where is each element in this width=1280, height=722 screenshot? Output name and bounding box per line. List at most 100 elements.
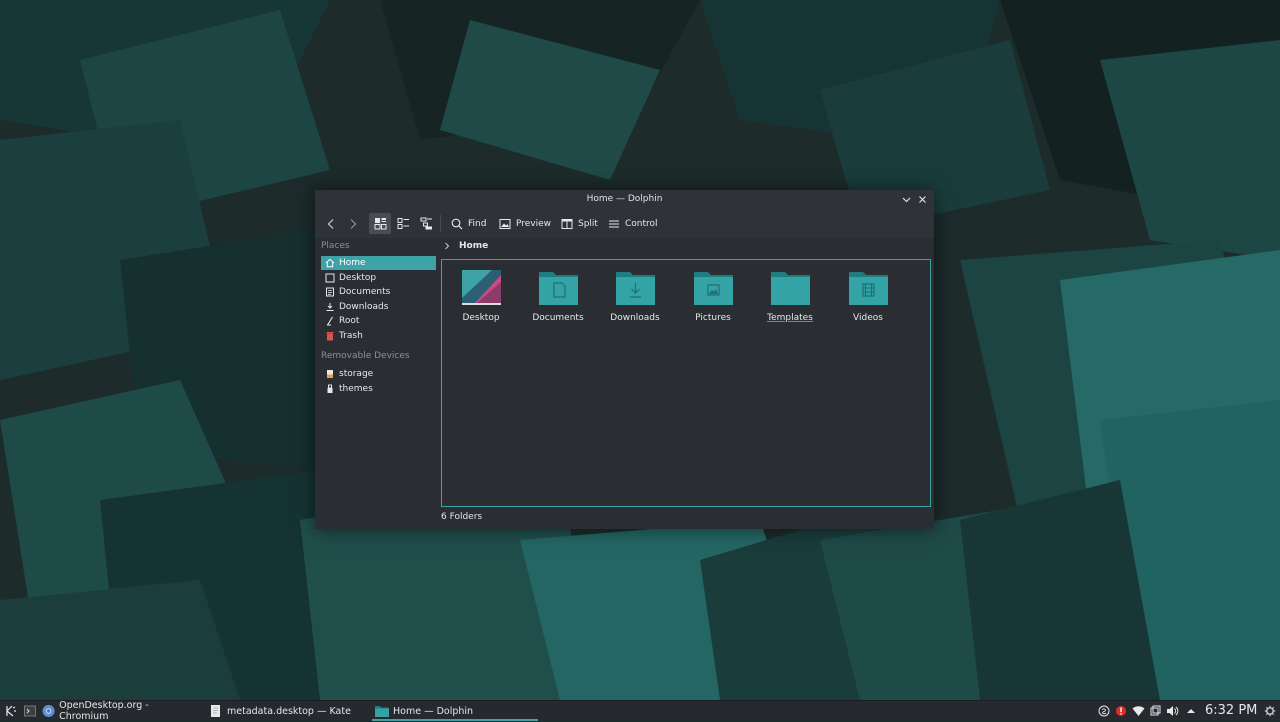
desktop-icon: [324, 272, 336, 284]
chevron-right-icon: [350, 218, 357, 229]
show-desktop-button[interactable]: [24, 705, 36, 720]
icons-view-button[interactable]: [369, 213, 391, 234]
details-view-button[interactable]: [416, 213, 436, 234]
task-dolphin[interactable]: Home — Dolphin: [372, 701, 538, 721]
templates-folder-icon: [771, 272, 810, 305]
folder-item-downloads[interactable]: Downloads: [600, 268, 670, 328]
folder-item-documents[interactable]: Documents: [523, 268, 593, 328]
compact-view-icon: [397, 218, 409, 229]
sidebar-item-label: Home: [339, 258, 366, 268]
documents-folder-icon: [539, 272, 578, 305]
pictures-folder-icon: [694, 272, 733, 305]
sidebar-item-documents[interactable]: Documents: [321, 285, 436, 299]
task-label: metadata.desktop — Kate: [227, 705, 351, 717]
find-label: Find: [468, 218, 487, 229]
places-panel: Places Home Desktop Documents Downloads …: [315, 238, 439, 529]
folder-label: Pictures: [695, 313, 731, 323]
removable-devices-header: Removable Devices: [321, 351, 410, 361]
main-toolbar: Find Preview Split Control: [315, 209, 934, 238]
dolphin-window: Home — Dolphin Find Preview Split Contro…: [315, 190, 934, 529]
sidebar-item-storage[interactable]: storage: [321, 367, 436, 381]
sidebar-item-label: Root: [339, 316, 360, 326]
dolphin-icon: [375, 706, 389, 717]
hamburger-menu-icon: [609, 219, 619, 228]
sidebar-item-themes[interactable]: themes: [321, 382, 436, 396]
minimize-button[interactable]: [899, 192, 914, 207]
folder-item-templates[interactable]: Templates: [755, 268, 825, 328]
close-button[interactable]: [915, 192, 930, 207]
folder-label: Templates: [767, 313, 813, 323]
close-icon: [919, 196, 926, 203]
notification-alert-icon[interactable]: [1115, 705, 1127, 717]
kate-icon: [211, 705, 220, 717]
compact-view-button[interactable]: [393, 213, 413, 234]
folder-label: Downloads: [610, 313, 660, 323]
downloads-icon: [324, 301, 336, 313]
places-header: Places: [321, 241, 350, 251]
task-kate[interactable]: metadata.desktop — Kate: [210, 701, 360, 721]
task-label: Home — Dolphin: [393, 705, 474, 717]
sidebar-item-label: Documents: [339, 287, 391, 297]
preview-label: Preview: [516, 218, 552, 229]
toolbar-separator: [440, 215, 441, 232]
breadcrumb-home[interactable]: Home: [459, 241, 488, 251]
sidebar-item-label: Downloads: [339, 302, 389, 312]
wifi-icon[interactable]: [1132, 705, 1145, 717]
drive-icon: [324, 368, 336, 380]
sidebar-item-label: storage: [339, 369, 374, 379]
file-view[interactable]: Desktop Documents Downloads Pictures Tem…: [441, 259, 931, 507]
forward-button[interactable]: [344, 213, 362, 234]
sidebar-item-label: Trash: [339, 331, 363, 341]
control-label: Control: [625, 218, 658, 229]
folder-item-desktop[interactable]: Desktop: [446, 268, 516, 328]
app-launcher-button[interactable]: [5, 705, 17, 720]
sidebar-item-root[interactable]: Root: [321, 314, 436, 328]
folder-label: Documents: [532, 313, 584, 323]
back-button[interactable]: [322, 213, 340, 234]
split-icon: [561, 218, 573, 229]
sidebar-item-home[interactable]: Home: [321, 256, 436, 270]
sidebar-item-downloads[interactable]: Downloads: [321, 300, 436, 314]
panel-settings-gear-icon[interactable]: [1264, 705, 1276, 717]
icons-view-icon: [374, 218, 386, 230]
root-icon: [324, 315, 336, 327]
tray-expand-icon[interactable]: [1185, 705, 1197, 717]
clipboard-tray-icon[interactable]: [1098, 705, 1110, 717]
clock[interactable]: 6:32 PM: [1205, 701, 1257, 721]
downloads-folder-icon: [616, 272, 655, 305]
folder-label: Desktop: [462, 313, 500, 323]
usb-icon: [324, 383, 336, 395]
chromium-icon: [42, 704, 55, 718]
breadcrumb-chevron-icon[interactable]: [442, 241, 452, 254]
home-icon: [324, 257, 336, 269]
volume-icon[interactable]: [1166, 705, 1179, 717]
desktop-folder-icon: [462, 270, 501, 305]
taskbar: OpenDesktop.org - Chromium metadata.desk…: [0, 700, 1280, 722]
find-button[interactable]: Find: [448, 213, 489, 234]
terminal-icon: [24, 705, 36, 717]
task-label: OpenDesktop.org - Chromium: [59, 700, 149, 722]
search-icon: [451, 218, 463, 229]
battery-icon[interactable]: [1149, 705, 1161, 717]
split-label: Split: [578, 218, 598, 229]
kde-logo-icon: [6, 705, 16, 717]
window-titlebar[interactable]: Home — Dolphin: [315, 190, 934, 209]
split-button[interactable]: Split: [558, 213, 601, 234]
folder-item-videos[interactable]: Videos: [833, 268, 903, 328]
documents-icon: [324, 286, 336, 298]
chevron-down-icon: [902, 197, 911, 203]
breadcrumb: Home: [439, 238, 934, 258]
sidebar-item-label: themes: [339, 384, 373, 394]
task-chromium[interactable]: OpenDesktop.org - Chromium: [42, 700, 192, 722]
chevron-left-icon: [327, 218, 334, 229]
trash-icon: [324, 330, 336, 342]
videos-folder-icon: [849, 272, 888, 305]
folder-item-pictures[interactable]: Pictures: [678, 268, 748, 328]
sidebar-item-desktop[interactable]: Desktop: [321, 271, 436, 285]
details-view-icon: [420, 217, 432, 230]
sidebar-item-label: Desktop: [339, 273, 377, 283]
control-button[interactable]: Control: [605, 213, 661, 234]
preview-button[interactable]: Preview: [496, 213, 554, 234]
window-title: Home — Dolphin: [586, 194, 663, 204]
sidebar-item-trash[interactable]: Trash: [321, 329, 436, 343]
